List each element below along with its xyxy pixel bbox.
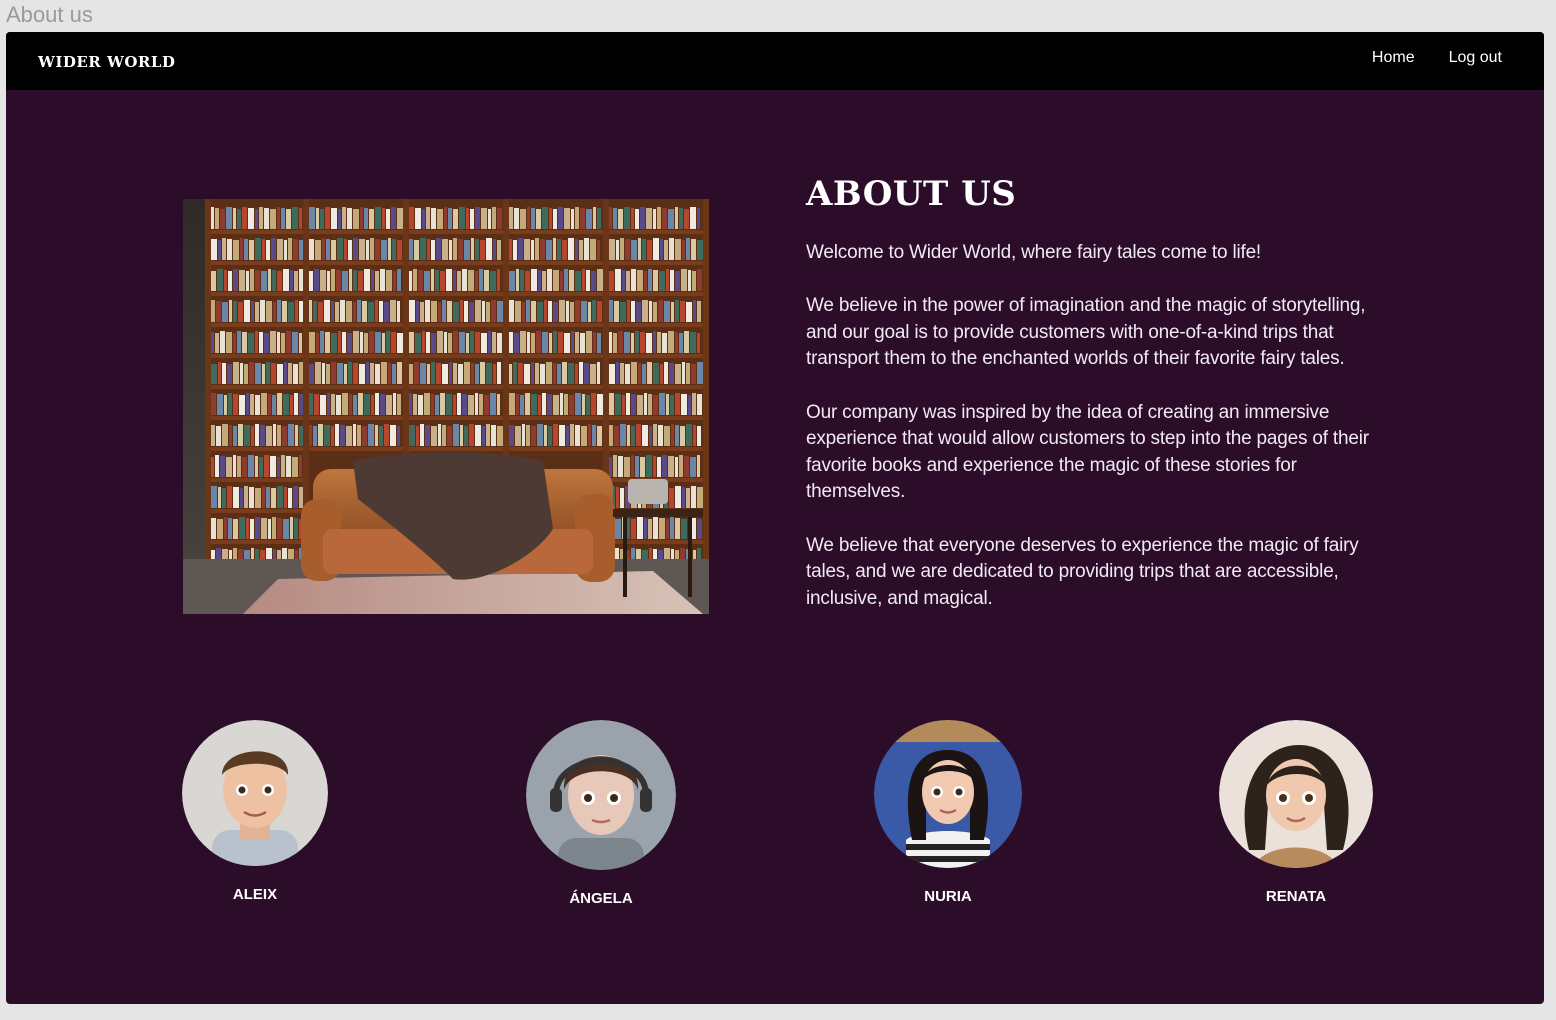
about-section: ABOUT US Welcome to Wider World, where f… [806,174,1376,639]
avatar-renata [1219,720,1373,868]
team-member-nuria: NURIA [848,720,1048,905]
nav-logout-link[interactable]: Log out [1449,49,1502,67]
avatar-aleix [182,720,328,866]
about-paragraph: We believe in the power of imagination a… [806,295,1366,370]
avatar-angela [526,720,676,870]
about-paragraph: Welcome to Wider World, where fairy tale… [806,242,1262,263]
team-member-renata: RENATA [1196,720,1396,905]
team-member-name: RENATA [1265,888,1327,905]
navbar: WIDER WORLD Home Log out [6,32,1544,90]
bookshelf-image [183,199,709,614]
team-section: ALEIX ÁNGELA NURIA RENATA [6,720,1544,920]
about-paragraph: We believe that everyone deserves to exp… [806,534,1359,609]
team-member-aleix: ALEIX [155,720,355,903]
about-paragraph: Our company was inspired by the idea of … [806,401,1369,503]
team-member-angela: ÁNGELA [501,720,701,907]
bookshelf-illustration [183,199,709,614]
avatar-nuria [874,720,1022,868]
window-title: About us [6,2,93,27]
app-frame: WIDER WORLD Home Log out ABOUT US Welcom… [6,32,1544,1004]
nav-home-link[interactable]: Home [1372,49,1415,67]
nav-links: Home Log out [1372,49,1502,67]
brand-logo[interactable]: WIDER WORLD [38,53,175,71]
team-member-name: NURIA [924,888,972,905]
team-member-name: ALEIX [232,886,278,903]
about-title: ABOUT US [806,174,1017,214]
team-member-name: ÁNGELA [569,890,633,907]
